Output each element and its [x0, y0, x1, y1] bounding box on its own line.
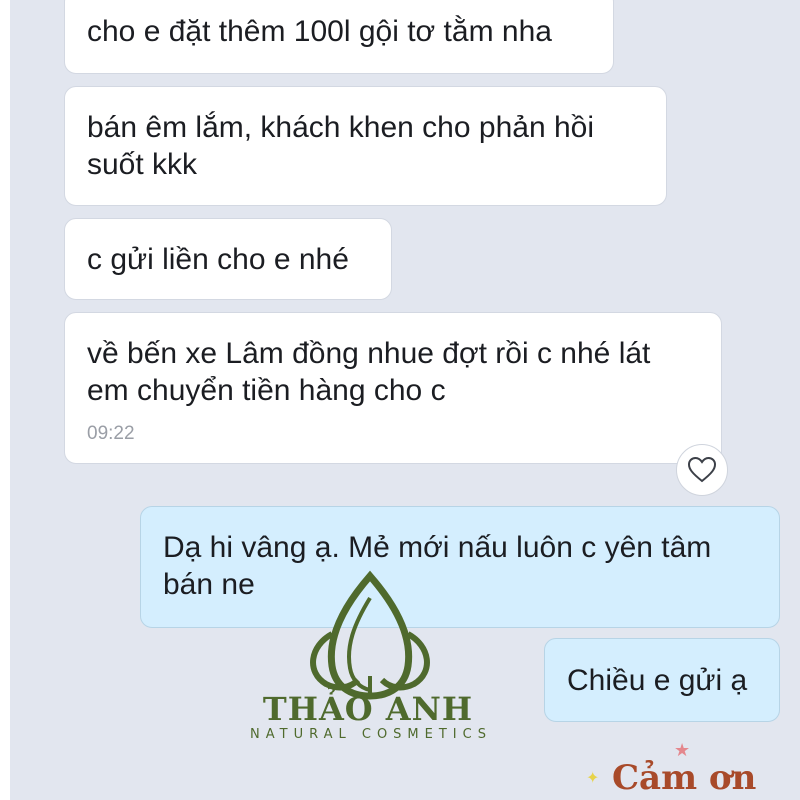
message-text: Chiều e gửi ạ	[567, 664, 748, 697]
message-text: về bến xe Lâm đồng nhue đợt rồi c nhé lá…	[87, 337, 651, 370]
message-bubble-incoming[interactable]: cho e đặt thêm 100l gội tơ tằm nha	[64, 0, 614, 74]
message-bubble-incoming[interactable]: bán êm lắm, khách khen cho phản hồi suốt…	[64, 86, 667, 206]
message-text: Dạ hi vâng ạ. Mẻ mới nấu luôn c yên tâm	[163, 531, 712, 564]
message-text: bán êm lắm, khách khen cho phản hồi	[87, 111, 594, 144]
message-bubble-outgoing[interactable]: Chiều e gửi ạ	[544, 638, 780, 722]
message-bubble-incoming[interactable]: c gửi liền cho e nhé	[64, 218, 392, 300]
watermark-brand: THẢO ANH	[262, 690, 474, 728]
message-bubble-incoming[interactable]: về bến xe Lâm đồng nhue đợt rồi c nhé lá…	[64, 312, 722, 464]
watermark-tagline: NATURAL COSMETICS	[250, 727, 492, 742]
message-timestamp: 09:22	[87, 423, 135, 444]
reaction-button[interactable]	[676, 444, 728, 496]
message-text: c gửi liền cho e nhé	[87, 243, 349, 276]
message-text: em chuyển tiền hàng cho c	[87, 374, 446, 407]
thank-you-sticker: Cảm ơn	[612, 758, 757, 798]
sparkle-icon: ✦	[586, 770, 600, 787]
heart-icon	[688, 457, 716, 483]
message-text: suốt kkk	[87, 148, 198, 181]
message-text: cho e đặt thêm 100l gội tơ tằm nha	[87, 15, 552, 48]
